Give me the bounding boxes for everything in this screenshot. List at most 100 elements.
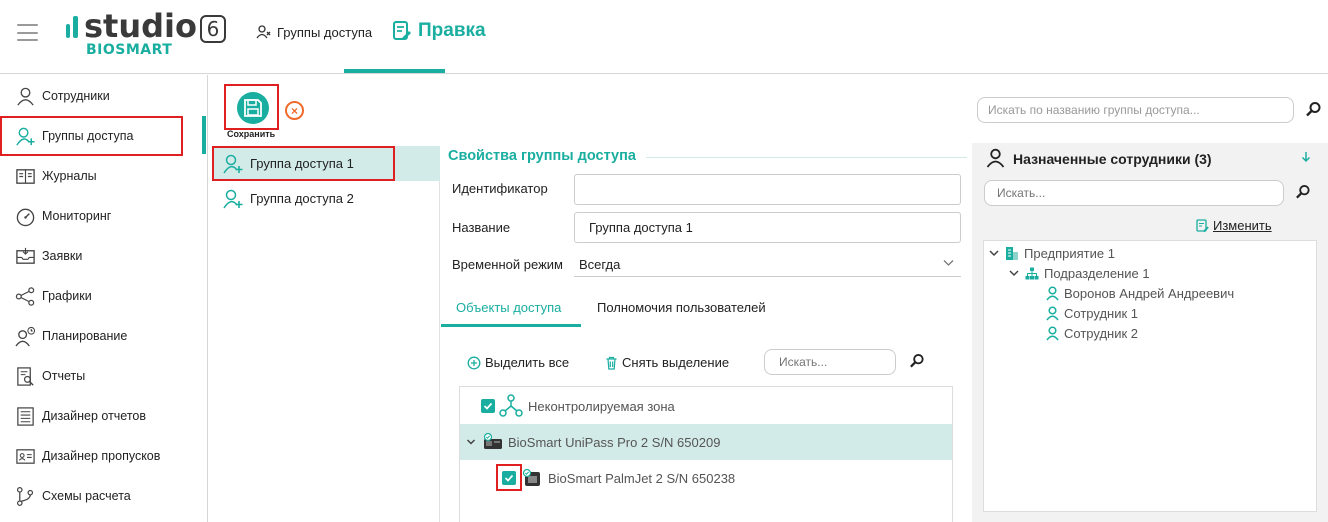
- active-tab-underline: [344, 69, 445, 73]
- sidebar-item-report-designer[interactable]: Дизайнер отчетов: [0, 396, 207, 436]
- save-label: Сохранить: [227, 129, 276, 139]
- breadcrumb-parent[interactable]: Группы доступа: [256, 22, 372, 42]
- branch-icon: [16, 486, 34, 506]
- tree-node-employee[interactable]: Сотрудник 2: [1046, 323, 1138, 343]
- identifier-label: Идентификатор: [452, 181, 548, 196]
- tree-node-enterprise[interactable]: Предприятие 1: [988, 243, 1115, 263]
- tree-row[interactable]: Неконтролируемая зона: [460, 388, 952, 424]
- sidebar-item-label: Заявки: [42, 249, 83, 263]
- tab-user-permissions[interactable]: Полномочия пользователей: [597, 300, 766, 327]
- tree-row-label: BioSmart PalmJet 2 S/N 650238: [548, 470, 736, 486]
- edit-document-icon: [393, 21, 411, 40]
- sidebar-item-planning[interactable]: Планирование: [0, 316, 207, 356]
- logo-word: studio: [84, 7, 197, 45]
- sidebar-item-journals[interactable]: Журналы: [0, 156, 207, 196]
- close-icon: ×: [290, 103, 298, 118]
- search-icon[interactable]: [909, 353, 925, 369]
- sidebar-item-requests[interactable]: Заявки: [0, 236, 207, 276]
- sidebar-item-label: Дизайнер пропусков: [42, 449, 161, 463]
- hamburger-menu-icon[interactable]: [17, 24, 38, 41]
- sidebar-item-employees[interactable]: Сотрудники: [0, 76, 207, 116]
- sidebar-item-label: Группы доступа: [42, 129, 134, 143]
- sidebar-item-label: Дизайнер отчетов: [42, 409, 147, 423]
- tree-node-label: Сотрудник 2: [1064, 325, 1138, 341]
- employee-tree: Предприятие 1 Подразделение 1 Воронов Ан…: [983, 240, 1317, 512]
- trash-icon: [606, 356, 617, 370]
- chevron-down-icon[interactable]: [466, 437, 476, 447]
- sidebar-item-label: Мониторинг: [42, 209, 112, 223]
- name-label: Название: [452, 220, 511, 235]
- user-icon: [1046, 325, 1059, 340]
- user-icon: [17, 87, 34, 105]
- sidebar-item-pass-designer[interactable]: Дизайнер пропусков: [0, 436, 207, 476]
- search-icon[interactable]: [1295, 184, 1311, 200]
- chevron-down-icon[interactable]: [988, 247, 1000, 259]
- select-all-label: Выделить все: [485, 355, 570, 370]
- palm-scanner-icon: [522, 468, 540, 486]
- tree-row[interactable]: BioSmart UniPass Pro 2 S/N 650209: [460, 424, 952, 460]
- save-button[interactable]: [224, 84, 279, 130]
- sidebar-item-label: Схемы расчета: [42, 489, 131, 503]
- breadcrumb-current-label: Правка: [418, 20, 486, 41]
- report-search-icon: [17, 366, 34, 386]
- cancel-button[interactable]: ×: [285, 101, 304, 120]
- org-chart-icon: [1025, 267, 1039, 279]
- group-list-item-label: Группа доступа 2: [250, 191, 354, 206]
- time-mode-select[interactable]: Всегда: [579, 257, 620, 272]
- user-icon: [1046, 305, 1059, 320]
- share-graph-icon: [15, 286, 35, 306]
- user-icon: [986, 148, 1005, 168]
- sidebar-item-label: Отчеты: [42, 369, 86, 383]
- logo-version: 6: [200, 15, 226, 43]
- tree-row-label: BioSmart UniPass Pro 2 S/N 650209: [508, 434, 721, 450]
- section-accent-bar: [202, 116, 206, 154]
- change-link-label: Изменить: [1213, 218, 1272, 233]
- employee-search-input[interactable]: [984, 180, 1284, 206]
- object-search-input[interactable]: [764, 349, 896, 375]
- search-icon[interactable]: [1305, 101, 1322, 118]
- group-search-input[interactable]: [977, 97, 1294, 123]
- assigned-employees-title: Назначенные сотрудники (3): [1013, 151, 1212, 167]
- tree-node-label: Воронов Андрей Андреевич: [1064, 285, 1235, 301]
- annotation-highlight: [212, 146, 395, 181]
- identifier-field[interactable]: [574, 174, 961, 205]
- tree-node-employee[interactable]: Сотрудник 1: [1046, 303, 1138, 323]
- chevron-down-icon[interactable]: [942, 256, 955, 269]
- user-group-add-icon: [223, 189, 243, 208]
- network-zone-icon: [499, 394, 523, 417]
- group-list-item[interactable]: Группа доступа 2: [212, 181, 440, 216]
- plus-circle-icon: [467, 356, 481, 369]
- tree-node-employee[interactable]: Воронов Андрей Андреевич: [1046, 283, 1234, 303]
- tab-access-objects[interactable]: Объекты доступа: [441, 300, 581, 327]
- checkbox[interactable]: [481, 399, 495, 413]
- sidebar-item-access-groups[interactable]: Группы доступа: [0, 116, 183, 156]
- report-designer-icon: [17, 406, 34, 426]
- chevron-down-icon[interactable]: [1008, 267, 1020, 279]
- save-icon: [237, 92, 269, 124]
- annotation-highlight: [496, 464, 522, 491]
- tree-row[interactable]: BioSmart PalmJet 2 S/N 650238: [460, 460, 952, 496]
- arrow-down-icon[interactable]: [1301, 151, 1311, 163]
- change-employees-link[interactable]: Изменить: [1196, 218, 1272, 233]
- select-all-button[interactable]: Выделить все: [467, 355, 569, 370]
- user-group-icon: [256, 25, 271, 39]
- tree-node-department[interactable]: Подразделение 1: [1008, 263, 1150, 283]
- tree-row-label: Неконтролируемая зона: [528, 398, 675, 414]
- access-group-list: Группа доступа 1 Группа доступа 2: [212, 146, 440, 522]
- sidebar-item-reports[interactable]: Отчеты: [0, 356, 207, 396]
- access-objects-tree: Неконтролируемая зона BioSmart UniPass P…: [459, 386, 953, 522]
- app-logo: studio 6 BIOSMART: [66, 7, 236, 64]
- id-card-icon: [16, 448, 35, 464]
- sidebar-item-label: Журналы: [42, 169, 97, 183]
- sidebar-item-monitoring[interactable]: Мониторинг: [0, 196, 207, 236]
- user-group-add-icon: [16, 127, 35, 145]
- sidebar-item-schedules[interactable]: Графики: [0, 276, 207, 316]
- breadcrumb-current: Правка: [392, 17, 486, 45]
- sidebar-item-label: Сотрудники: [42, 89, 110, 103]
- user-icon: [1046, 285, 1059, 300]
- group-list-item[interactable]: Группа доступа 1: [212, 146, 440, 181]
- sidebar-item-calculation-schemes[interactable]: Схемы расчета: [0, 476, 207, 516]
- name-field[interactable]: [574, 212, 961, 243]
- gauge-icon: [16, 208, 35, 226]
- deselect-button[interactable]: Снять выделение: [605, 355, 729, 370]
